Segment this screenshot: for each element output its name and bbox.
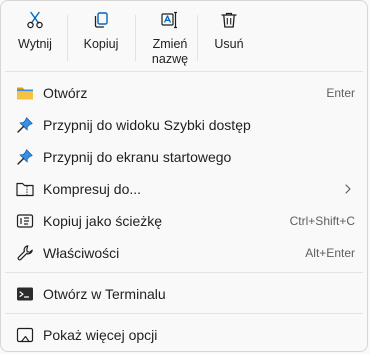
copy-icon [94,12,108,28]
folder-icon [17,87,33,100]
rename-label-line2: nazwę [151,52,189,66]
rename-label-line1: Zmień [152,37,188,51]
toolbar-divider [197,15,198,61]
more-options-icon [16,327,34,343]
copy-button[interactable]: Kopiuj [71,5,131,69]
menu-item-label: Otwórz [43,85,88,101]
menu-item-label: Kopiuj jako ścieżkę [43,213,163,229]
menu-item-label: Otwórz w Terminalu [43,286,166,302]
delete-label: Usuń [214,37,244,51]
menu-item-pin-start[interactable]: Przypnij do ekranu startowego [5,141,363,173]
scissors-icon [27,11,43,29]
menu-item-label: Właściwości [43,245,120,261]
menu-item-pin-quick-access[interactable]: Przypnij do widoku Szybki dostęp [5,109,363,141]
menu-separator [5,313,363,314]
menu-item-compress[interactable]: Kompresuj do... [5,173,363,205]
delete-button[interactable]: Usuń [201,5,257,69]
rename-label: Zmień nazwę [152,37,188,67]
menu-separator [5,272,363,273]
toolbar-divider [135,15,136,61]
menu-item-properties[interactable]: Właściwości Alt+Enter [5,237,363,269]
copy-label: Kopiuj [83,37,119,51]
pin-icon [17,149,33,165]
chevron-right-icon [345,184,351,194]
terminal-icon [17,287,33,301]
shortcut-text: Ctrl+Shift+C [289,214,355,228]
menu-item-open[interactable]: Otwórz Enter [5,77,363,109]
cut-label: Wytnij [18,37,52,51]
quick-actions-toolbar: Wytnij Kopiuj Zmień nazwę Usuń [5,5,363,69]
menu-separator [5,71,363,72]
copy-path-icon [16,214,34,228]
toolbar-divider [67,15,68,61]
cut-button[interactable]: Wytnij [5,5,65,69]
rename-icon [161,11,177,29]
pin-icon [17,117,33,133]
wrench-icon [17,245,33,261]
trash-icon [221,12,237,28]
menu-item-show-more-options[interactable]: Pokaż więcej opcji [5,319,363,351]
menu-item-copy-as-path[interactable]: Kopiuj jako ścieżkę Ctrl+Shift+C [5,205,363,237]
menu-item-label: Przypnij do ekranu startowego [43,149,232,165]
menu-item-open-terminal[interactable]: Otwórz w Terminalu [5,278,363,310]
archive-folder-icon [16,182,34,197]
shortcut-text: Alt+Enter [305,246,355,260]
menu-item-label: Kompresuj do... [43,181,142,197]
shortcut-text: Enter [326,86,355,100]
menu-item-label: Przypnij do widoku Szybki dostęp [43,117,251,133]
context-menu: Wytnij Kopiuj Zmień nazwę Usuń Otwórz En… [0,0,368,352]
menu-item-label: Pokaż więcej opcji [43,327,158,343]
rename-button[interactable]: Zmień nazwę [139,5,201,69]
